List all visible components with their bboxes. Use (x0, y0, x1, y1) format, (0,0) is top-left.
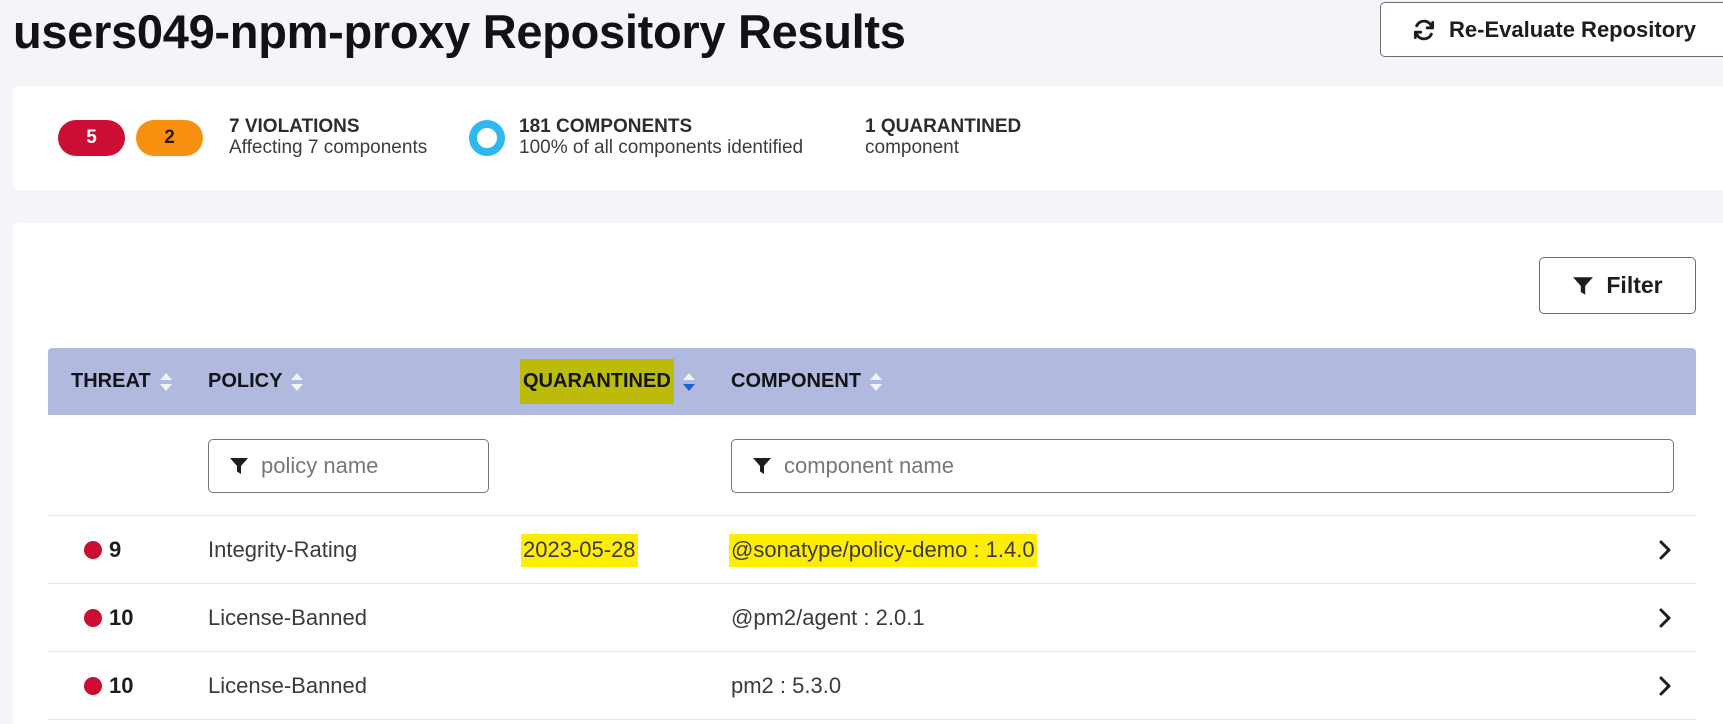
re-evaluate-repository-button[interactable]: Re-Evaluate Repository (1380, 2, 1723, 57)
sort-icon (869, 371, 883, 393)
violations-stat: 7 VIOLATIONS Affecting 7 components (229, 116, 427, 158)
component-cell: @sonatype/policy-demo : 1.4.0 (729, 516, 1037, 584)
table-row[interactable]: 10 License-Banned pm2 : 5.3.0 (48, 652, 1696, 720)
column-header-component[interactable]: COMPONENT (731, 348, 883, 415)
sort-icon (159, 371, 173, 393)
column-header-quarantined[interactable]: QUARANTINED (520, 348, 696, 415)
results-card: Filter THREAT POLICY QUARANTINED COMPONE… (13, 223, 1723, 724)
quarantined-stat: 1 QUARANTINED component (865, 116, 1021, 158)
component-cell: pm2 : 5.3.0 (731, 673, 842, 698)
threat-cell: 10 (84, 652, 133, 720)
policy-cell: License-Banned (208, 673, 368, 698)
sort-icon (682, 371, 696, 393)
threat-level-dot (84, 541, 102, 559)
threat-cell: 9 (84, 516, 121, 584)
funnel-icon (1572, 275, 1594, 297)
column-header-threat[interactable]: THREAT (71, 348, 173, 415)
threat-cell: 10 (84, 584, 133, 652)
threat-level-dot (84, 609, 102, 627)
component-cell: @pm2/agent : 2.0.1 (731, 605, 925, 630)
summary-card: 5 2 7 VIOLATIONS Affecting 7 components … (13, 86, 1723, 190)
funnel-icon (752, 456, 772, 476)
chevron-right-icon[interactable] (1654, 674, 1676, 698)
table-header: THREAT POLICY QUARANTINED COMPONENT (48, 348, 1696, 415)
funnel-icon (229, 456, 249, 476)
components-ring-icon (469, 120, 505, 156)
chevron-right-icon[interactable] (1654, 606, 1676, 630)
violations-title: 7 VIOLATIONS (229, 116, 360, 137)
chevron-right-icon[interactable] (1654, 538, 1676, 562)
quarantined-cell: 2023-05-28 (521, 516, 638, 584)
sort-icon (290, 371, 304, 393)
quarantined-date-highlight: 2023-05-28 (521, 533, 638, 567)
quarantined-header-highlight: QUARANTINED (520, 359, 674, 404)
threat-level-dot (84, 677, 102, 695)
policy-name-filter-input[interactable]: policy name (208, 439, 489, 493)
critical-count-badge: 5 (58, 120, 125, 156)
table-row[interactable]: 10 License-Banned @pm2/agent : 2.0.1 (48, 584, 1696, 652)
component-name-filter-input[interactable]: component name (731, 439, 1674, 493)
filter-label: Filter (1606, 272, 1663, 298)
violations-table: THREAT POLICY QUARANTINED COMPONENT poli… (48, 348, 1696, 720)
policy-cell: Integrity-Rating (208, 537, 358, 562)
quarantined-title: 1 QUARANTINED (865, 116, 1022, 137)
refresh-icon (1411, 17, 1437, 43)
quarantined-subtitle: component (865, 137, 960, 158)
violations-subtitle: Affecting 7 components (229, 137, 428, 158)
component-highlight: @sonatype/policy-demo : 1.4.0 (729, 533, 1037, 567)
components-stat: 181 COMPONENTS 100% of all components id… (519, 116, 803, 158)
page-title: users049-npm-proxy Repository Results (13, 5, 906, 58)
severe-count-badge: 2 (136, 120, 203, 156)
components-subtitle: 100% of all components identified (519, 137, 804, 158)
policy-name-placeholder: policy name (261, 453, 379, 478)
component-name-placeholder: component name (784, 453, 954, 478)
filter-button[interactable]: Filter (1539, 257, 1696, 314)
table-row[interactable]: 9 Integrity-Rating 2023-05-28 @sonatype/… (48, 516, 1696, 584)
re-evaluate-label: Re-Evaluate Repository (1449, 16, 1696, 42)
policy-cell: License-Banned (208, 605, 368, 630)
table-filter-row: policy name component name (48, 415, 1696, 516)
components-title: 181 COMPONENTS (519, 116, 693, 137)
column-header-policy[interactable]: POLICY (208, 348, 304, 415)
